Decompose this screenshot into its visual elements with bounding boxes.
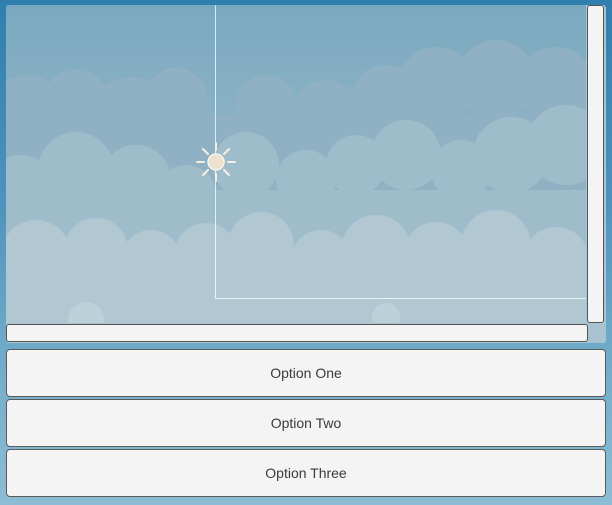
option-three-label: Option Three: [265, 465, 347, 481]
option-one-button[interactable]: Option One: [6, 349, 606, 397]
sun-icon[interactable]: [195, 141, 237, 183]
scroll-view[interactable]: [6, 5, 606, 343]
scroll-viewport[interactable]: [6, 5, 586, 323]
scrollbar-corner: [589, 325, 606, 343]
option-two-button[interactable]: Option Two: [6, 399, 606, 447]
content-rect: [215, 5, 586, 299]
horizontal-scrollbar[interactable]: [6, 324, 588, 342]
vertical-scrollbar[interactable]: [587, 5, 604, 323]
option-one-label: Option One: [270, 365, 342, 381]
option-three-button[interactable]: Option Three: [6, 449, 606, 497]
option-two-label: Option Two: [270, 415, 342, 431]
